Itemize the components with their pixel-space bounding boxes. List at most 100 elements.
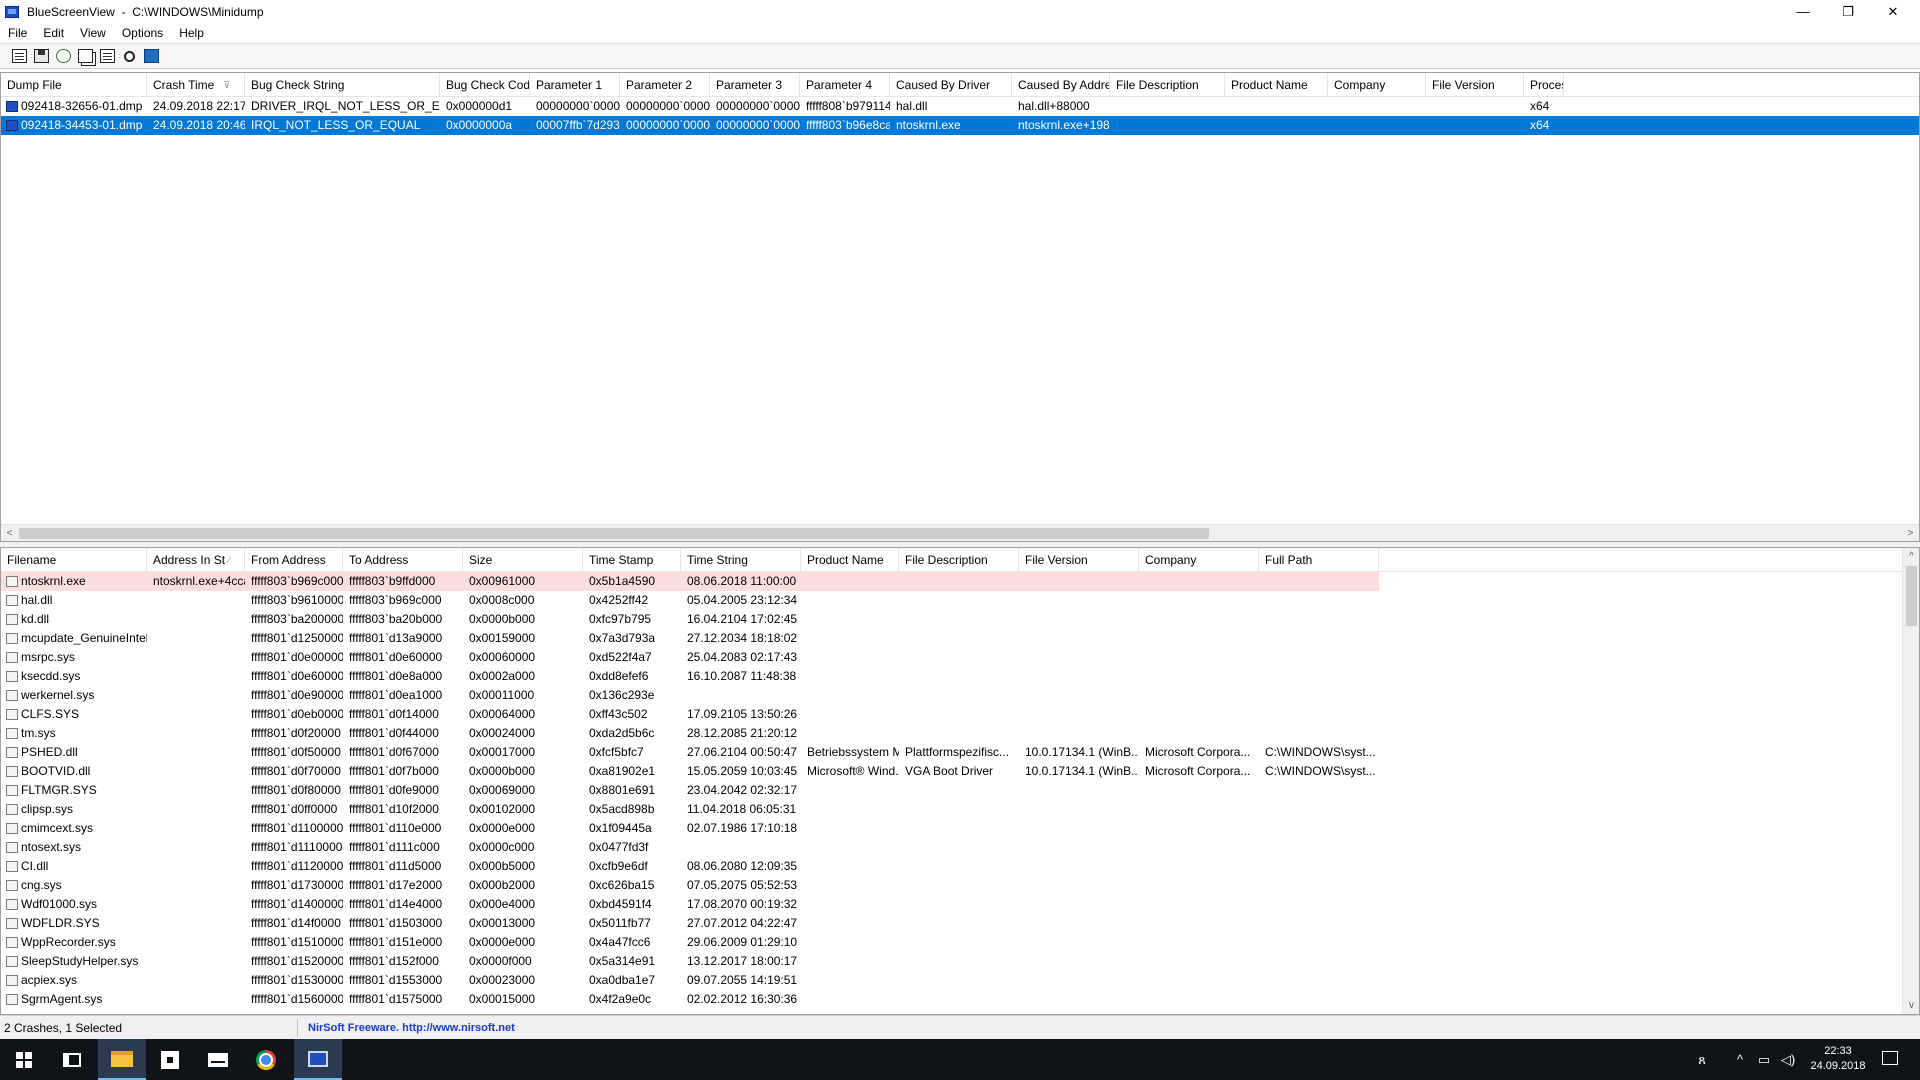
refresh-button[interactable] xyxy=(52,46,74,66)
driver-list-col-header[interactable]: From Address xyxy=(245,548,343,572)
properties-button[interactable] xyxy=(96,46,118,66)
crash-list-col-header[interactable]: File Description xyxy=(1110,73,1225,97)
taskbar-mail[interactable] xyxy=(194,1039,242,1080)
driver-list-row[interactable]: WDFLDR.SYS fffff801`d14f0000 fffff801`d150… xyxy=(1,914,1919,933)
driver-list-col-header[interactable]: Time String xyxy=(681,548,801,572)
driver-list-col-header[interactable]: File Description xyxy=(899,548,1019,572)
notification-icon[interactable] xyxy=(1882,1051,1898,1065)
driver-list-cell: 0x5b1a4590 xyxy=(583,572,681,591)
taskbar-bluescreenview[interactable] xyxy=(294,1039,342,1080)
folder-icon xyxy=(111,1050,133,1067)
driver-list-col-header[interactable]: Address In St ⁄ xyxy=(147,548,245,572)
driver-list-row[interactable]: Wdf01000.sys fffff801`d1400000 fffff801`d1… xyxy=(1,895,1919,914)
driver-file-icon xyxy=(6,614,18,625)
people-icon[interactable]: ጸ xyxy=(1690,1039,1714,1080)
driver-list-row[interactable]: PSHED.dll fffff801`d0f50000 fffff801`d0f67… xyxy=(1,743,1919,762)
driver-list-col-header[interactable]: Time Stamp xyxy=(583,548,681,572)
scroll-left-icon[interactable]: < xyxy=(1,525,18,541)
clock[interactable]: 22:33 24.09.2018 xyxy=(1804,1044,1872,1074)
driver-list-cell-text: 0x00961000 xyxy=(469,574,536,588)
taskbar-store[interactable] xyxy=(146,1039,194,1080)
task-view-button[interactable] xyxy=(48,1039,96,1080)
scroll-thumb[interactable] xyxy=(19,528,1209,539)
menu-help[interactable]: Help xyxy=(171,26,212,40)
crash-list-col-header[interactable]: Caused By Driver xyxy=(890,73,1012,97)
driver-list-row[interactable]: ntoskrnl.exe ntoskrnl.exe+4cca4 fffff803`b… xyxy=(1,572,1919,591)
scroll-up-icon[interactable]: ^ xyxy=(1903,548,1919,565)
crash-list-col-header[interactable]: File Version xyxy=(1426,73,1524,97)
crash-list-col-header[interactable]: Processor xyxy=(1524,73,1564,97)
driver-list-row[interactable]: SgrmAgent.sys fffff801`d1560000 fffff801`d… xyxy=(1,990,1919,1009)
menu-options[interactable]: Options xyxy=(114,26,171,40)
crash-list-col-header[interactable]: Caused By Address xyxy=(1012,73,1110,97)
driver-list-cell xyxy=(1139,610,1259,629)
driver-list-col-header[interactable]: To Address xyxy=(343,548,463,572)
crash-list-col-header[interactable]: Parameter 1 xyxy=(530,73,620,97)
driver-list-row[interactable]: acpiex.sys fffff801`d1530000 fffff801`d155… xyxy=(1,971,1919,990)
driver-list-col-header[interactable]: File Version xyxy=(1019,548,1139,572)
driver-list-row[interactable]: werkernel.sys fffff801`d0e90000 fffff801`d… xyxy=(1,686,1919,705)
minimize-button[interactable]: — xyxy=(1780,0,1826,23)
crash-list-col-header[interactable]: Bug Check Code xyxy=(440,73,530,97)
close-button[interactable]: ✕ xyxy=(1870,0,1916,23)
crash-list-row[interactable]: 092418-34453-01.dmp 24.09.2018 20:46:30 IR… xyxy=(1,116,1919,135)
copy-button[interactable] xyxy=(74,46,96,66)
scroll-thumb[interactable] xyxy=(1906,566,1917,626)
driver-list-cell: 0x00024000 xyxy=(463,724,583,743)
chevron-up-icon[interactable]: ^ xyxy=(1730,1039,1750,1080)
save-button[interactable] xyxy=(30,46,52,66)
crash-list-col-header[interactable]: Product Name xyxy=(1225,73,1328,97)
nirsoft-link[interactable]: NirSoft Freeware. http://www.nirsoft.net xyxy=(298,1022,515,1034)
crash-list-col-header[interactable]: Bug Check String xyxy=(245,73,440,97)
crash-list-col-header[interactable]: Dump File xyxy=(1,73,147,97)
driver-list-col-header[interactable]: Product Name xyxy=(801,548,899,572)
crash-list-col-header[interactable]: Parameter 4 xyxy=(800,73,890,97)
driver-list-cell xyxy=(801,781,899,800)
crash-list-col-header[interactable]: Crash Time ⊽ xyxy=(147,73,245,97)
driver-list-row[interactable]: kd.dll fffff803`ba200000 fffff803`ba20b000… xyxy=(1,610,1919,629)
taskbar-file-explorer[interactable] xyxy=(98,1039,146,1080)
crash-list-col-header[interactable]: Parameter 2 xyxy=(620,73,710,97)
driver-list-row[interactable]: clipsp.sys fffff801`d0ff0000 fffff801`d10f… xyxy=(1,800,1919,819)
driver-list-row[interactable]: cng.sys fffff801`d1730000 fffff801`d17e200… xyxy=(1,876,1919,895)
driver-list-row[interactable]: SleepStudyHelper.sys fffff801`d1520000 fff… xyxy=(1,952,1919,971)
driver-list-row[interactable]: msrpc.sys fffff801`d0e00000 fffff801`d0e60… xyxy=(1,648,1919,667)
driver-list-row[interactable]: FLTMGR.SYS fffff801`d0f80000 fffff801`d0fe… xyxy=(1,781,1919,800)
find-button[interactable] xyxy=(118,46,140,66)
menu-view[interactable]: View xyxy=(72,26,114,40)
vertical-scrollbar[interactable]: ^ v xyxy=(1902,548,1919,1014)
driver-list-cell-text: 0x0000b000 xyxy=(469,764,536,778)
horizontal-scrollbar[interactable]: < > xyxy=(1,524,1919,541)
crash-list-row[interactable]: 092418-32656-01.dmp 24.09.2018 22:17:29 DR… xyxy=(1,97,1919,116)
crash-list-col-header[interactable]: Company xyxy=(1328,73,1426,97)
network-icon[interactable]: ▭ xyxy=(1754,1039,1774,1080)
taskbar-chrome[interactable] xyxy=(242,1039,290,1080)
driver-list-row[interactable]: CI.dll fffff801`d1120000 fffff801`d11d5000… xyxy=(1,857,1919,876)
driver-list-row[interactable]: WppRecorder.sys fffff801`d1510000 fffff801… xyxy=(1,933,1919,952)
driver-list-row[interactable]: hal.dll fffff803`b9610000 fffff803`b969c00… xyxy=(1,591,1919,610)
scroll-right-icon[interactable]: > xyxy=(1902,525,1919,541)
driver-list-cell xyxy=(801,857,899,876)
volume-icon[interactable]: ◁) xyxy=(1776,1039,1800,1080)
crash-list-col-header[interactable]: Parameter 3 xyxy=(710,73,800,97)
driver-list-col-header[interactable]: Full Path xyxy=(1259,548,1379,572)
scroll-down-icon[interactable]: v xyxy=(1903,997,1919,1014)
driver-list-row[interactable]: CLFS.SYS fffff801`d0eb0000 fffff801`d0f140… xyxy=(1,705,1919,724)
driver-list-row[interactable]: tm.sys fffff801`d0f20000 fffff801`d0f44000… xyxy=(1,724,1919,743)
html-report-button[interactable] xyxy=(8,46,30,66)
driver-list-col-header[interactable]: Size xyxy=(463,548,583,572)
driver-list-row[interactable]: cmimcext.sys fffff801`d1100000 fffff801`d1… xyxy=(1,819,1919,838)
driver-list-row[interactable]: mcupdate_GenuineIntel.dll fffff801`d12500… xyxy=(1,629,1919,648)
exit-button[interactable] xyxy=(140,46,162,66)
menu-edit[interactable]: Edit xyxy=(35,26,72,40)
driver-list-col-header[interactable]: Filename xyxy=(1,548,147,572)
driver-list-cell: fffff801`d0e8a000 xyxy=(343,667,463,686)
start-button[interactable] xyxy=(0,1039,48,1080)
driver-list-row[interactable]: ntosext.sys fffff801`d1110000 fffff801`d11… xyxy=(1,838,1919,857)
driver-list-row[interactable]: ksecdd.sys fffff801`d0e60000 fffff801`d0e8… xyxy=(1,667,1919,686)
driver-list-row[interactable]: BOOTVID.dll fffff801`d0f70000 fffff801`d0f… xyxy=(1,762,1919,781)
driver-list-cell: fffff801`d0f50000 xyxy=(245,743,343,762)
driver-list-col-header[interactable]: Company xyxy=(1139,548,1259,572)
maximize-button[interactable]: ❐ xyxy=(1825,0,1871,23)
menu-file[interactable]: File xyxy=(0,26,35,40)
